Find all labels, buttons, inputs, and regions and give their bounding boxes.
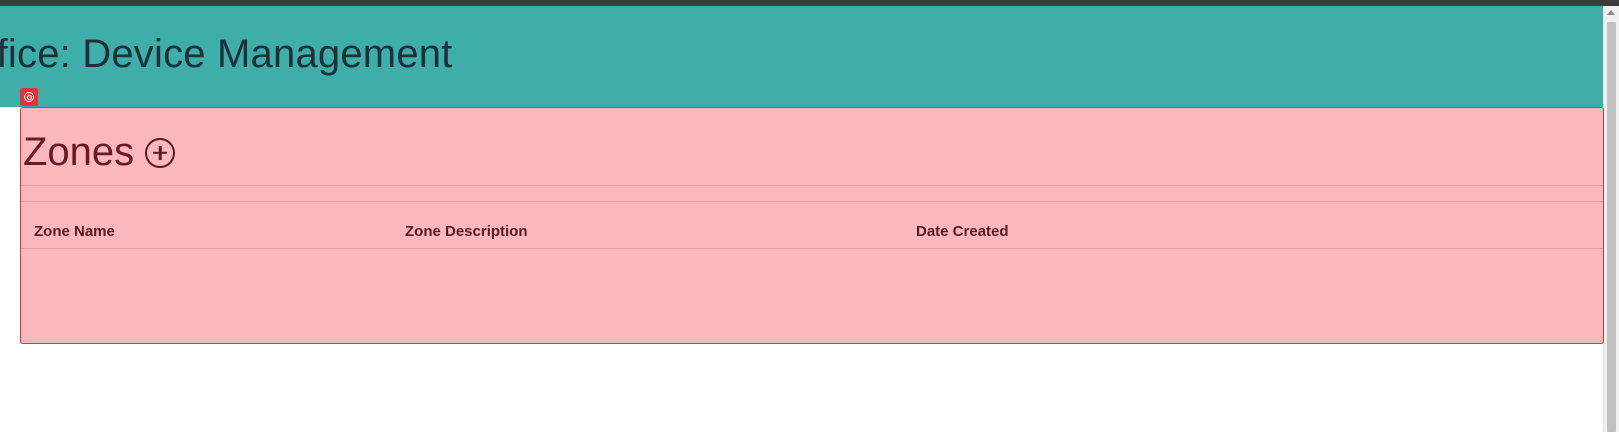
column-header-zone-name[interactable]: Zone Name bbox=[34, 223, 115, 240]
plus-circle-icon[interactable] bbox=[145, 137, 176, 168]
table-top-border bbox=[21, 201, 1603, 202]
column-header-zone-description[interactable]: Zone Description bbox=[405, 223, 528, 240]
vertical-scrollbar[interactable] bbox=[1603, 6, 1619, 432]
zones-title: Zones bbox=[23, 130, 135, 174]
target-icon[interactable] bbox=[20, 88, 38, 106]
heading-divider bbox=[21, 185, 1603, 186]
scrollbar-thumb[interactable] bbox=[1607, 22, 1616, 432]
table-header-border bbox=[21, 248, 1603, 249]
column-header-date-created[interactable]: Date Created bbox=[916, 223, 1009, 240]
app-header: ffice: Device Management bbox=[0, 6, 1603, 107]
scroll-up-arrow-icon[interactable] bbox=[1607, 10, 1615, 15]
zones-heading: Zones bbox=[23, 130, 176, 175]
page-title: ffice: Device Management bbox=[0, 32, 453, 76]
zones-table-header: Zone Name Zone Description Date Created bbox=[21, 201, 1603, 256]
zones-panel: Zones Zone Name Zone Description Date Cr… bbox=[20, 107, 1604, 344]
zones-table-body bbox=[21, 250, 1603, 340]
